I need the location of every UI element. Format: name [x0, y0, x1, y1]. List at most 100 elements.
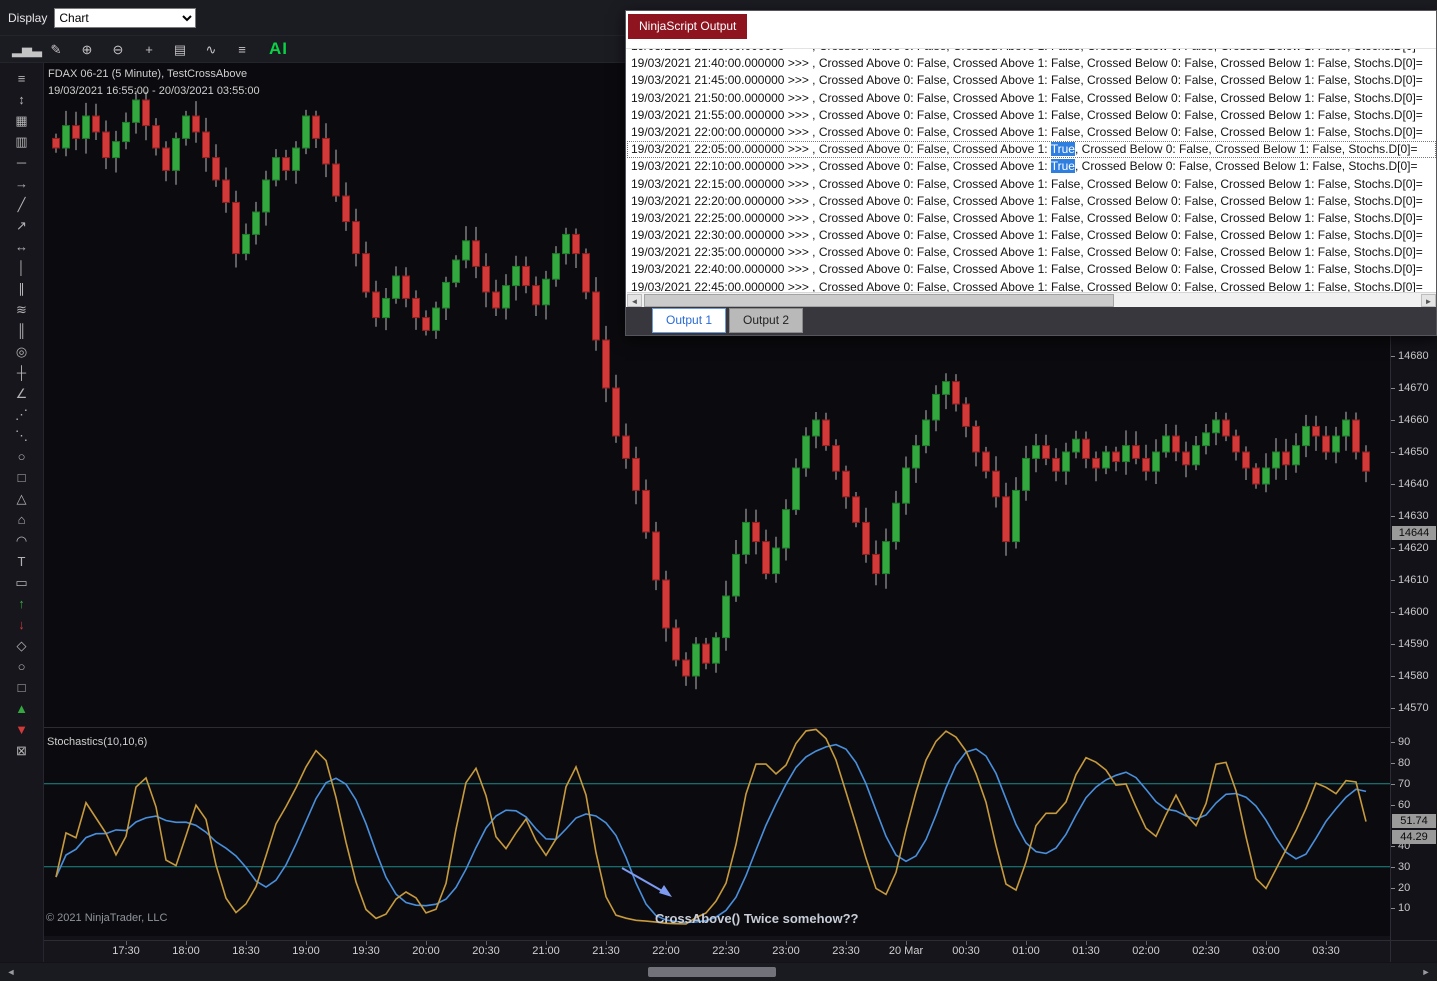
regression-channel-icon[interactable]: ≋ [9, 299, 35, 320]
stochastics-panel-canvas[interactable] [44, 728, 1390, 936]
highlighted-true-value: True [1050, 159, 1075, 174]
line-icon[interactable]: ╱ [9, 194, 35, 215]
output-horizontal-scrollbar[interactable]: ◄ ► [627, 292, 1436, 307]
output-log-line[interactable]: 19/03/2021 22:00:00.000000 >>> , Crossed… [627, 124, 1436, 141]
output-log-line[interactable]: 19/03/2021 22:40:00.000000 >>> , Crossed… [627, 261, 1436, 278]
parallel-channel-icon[interactable]: ∥ [9, 278, 35, 299]
candle [512, 265, 520, 287]
auto-scale-icon[interactable]: ↕ [9, 89, 35, 110]
candle [572, 233, 580, 255]
output-log-line[interactable]: 19/03/2021 22:20:00.000000 >>> , Crossed… [627, 193, 1436, 210]
scroll-left-icon[interactable]: ◄ [4, 966, 18, 978]
report-icon[interactable]: ▤ [167, 39, 193, 60]
display-mode-select[interactable]: Chart [54, 7, 197, 28]
stoch-axis-label: 30 [1398, 860, 1411, 873]
arrow-up-marker-icon[interactable]: ↑ [9, 593, 35, 614]
output-log-line[interactable]: 19/03/2021 22:35:00.000000 >>> , Crossed… [627, 244, 1436, 261]
output-log-line[interactable]: 19/03/2021 21:55:00.000000 >>> , Crossed… [627, 107, 1436, 124]
candle [852, 496, 860, 523]
gann-fan-icon[interactable]: ∠ [9, 383, 35, 404]
polygon-icon[interactable]: ⌂ [9, 509, 35, 530]
fibonacci-circle-icon[interactable]: ◎ [9, 341, 35, 362]
output-window-titlebar[interactable]: NinjaScript Output [626, 11, 1436, 49]
candle [862, 521, 870, 555]
triangle-icon[interactable]: △ [9, 488, 35, 509]
scroll-right-icon[interactable]: ► [1419, 966, 1433, 978]
candle [1172, 435, 1180, 453]
output-log-line[interactable]: 19/03/2021 22:25:00.000000 >>> , Crossed… [627, 210, 1436, 227]
crosshair-icon[interactable]: + [136, 39, 162, 60]
region-highlight-icon[interactable]: ▦ [9, 110, 35, 131]
output-tab-output-1[interactable]: Output 1 [652, 308, 727, 333]
draw-icon[interactable]: ✎ [43, 39, 69, 60]
remove-drawing-icon[interactable]: ⊠ [9, 740, 35, 761]
chart-style-icon[interactable]: ▂▅▃ [12, 39, 42, 60]
diamond-marker-icon[interactable]: ◇ [9, 635, 35, 656]
output-log-line[interactable]: 19/03/2021 22:15:00.000000 >>> , Crossed… [627, 176, 1436, 193]
regression-icon[interactable]: ∿ [198, 39, 224, 60]
scrollbar-thumb[interactable] [648, 967, 776, 977]
candle [462, 240, 470, 261]
output-log-line[interactable]: 19/03/2021 21:40:00.000000 >>> , Crossed… [627, 55, 1436, 72]
price-axis-label: 14620 [1398, 542, 1429, 554]
vertical-line-icon[interactable]: │ [9, 257, 35, 278]
fibonacci-extension-icon[interactable]: ⋰ [9, 404, 35, 425]
dot-marker-icon[interactable]: ○ [9, 656, 35, 677]
output-log-line[interactable]: 19/03/2021 21:45:00.000000 >>> , Crossed… [627, 72, 1436, 89]
output-log-line[interactable]: 19/03/2021 22:10:00.000000 >>> , Crossed… [627, 158, 1436, 175]
candle [952, 381, 960, 405]
output-log-line[interactable]: 19/03/2021 22:45:00.000000 >>> , Crossed… [627, 279, 1436, 292]
output-log-line[interactable]: 19/03/2021 22:30:00.000000 >>> , Crossed… [627, 227, 1436, 244]
ruler-icon[interactable]: ▭ [9, 572, 35, 593]
output-log-line[interactable]: 19/03/2021 22:05:00.000000 >>> , Crossed… [627, 141, 1436, 159]
price-axis-label: 14610 [1398, 574, 1429, 586]
candle [892, 502, 900, 543]
time-axis-label: 19:30 [352, 945, 380, 957]
time-axis-label: 21:00 [532, 945, 560, 957]
output-tab-output-2[interactable]: Output 2 [729, 308, 804, 333]
arrow-line-icon[interactable]: ↗ [9, 215, 35, 236]
arrow-down-marker-icon[interactable]: ↓ [9, 614, 35, 635]
candle [622, 435, 630, 459]
annotation-arrow[interactable] [621, 867, 665, 893]
fibonacci-time-icon[interactable]: ⋱ [9, 425, 35, 446]
output-log-line[interactable]: 19/03/2021 21:50:00.000000 >>> , Crossed… [627, 90, 1436, 107]
triangle-down-marker-icon[interactable]: ▼ [9, 719, 35, 740]
data-series-icon[interactable]: ≡ [229, 39, 255, 60]
risk-reward-icon[interactable]: ║ [9, 320, 35, 341]
output-scrollbar-thumb[interactable] [644, 294, 1114, 307]
horizontal-line-icon[interactable]: ─ [9, 152, 35, 173]
ellipse-icon[interactable]: ○ [9, 446, 35, 467]
arc-icon[interactable]: ◠ [9, 530, 35, 551]
output-scroll-left-icon[interactable]: ◄ [627, 294, 642, 307]
ninjascript-output-window[interactable]: NinjaScript Output 19/03/2021 21:35:00.0… [625, 10, 1437, 336]
text-icon[interactable]: T [9, 551, 35, 572]
chart-horizontal-scrollbar[interactable]: ◄ ► [0, 963, 1437, 981]
candle [502, 285, 510, 309]
chart-annotation-text[interactable]: CrossAbove() Twice somehow?? [655, 911, 858, 926]
zoom-out-icon[interactable]: ⊖ [105, 39, 131, 60]
triangle-up-marker-icon[interactable]: ▲ [9, 698, 35, 719]
time-axis[interactable]: 17:30 18:00 18:30 19:00 19:30 20:00 20:30 21:00… [0, 941, 1437, 962]
candle [662, 579, 670, 629]
square-marker-icon[interactable]: □ [9, 677, 35, 698]
ray-icon[interactable]: → [9, 173, 35, 194]
candle [262, 179, 270, 213]
rectangle-icon[interactable]: □ [9, 467, 35, 488]
time-axis-label: 02:00 [1132, 945, 1160, 957]
candle [1042, 445, 1050, 459]
zoom-in-icon[interactable]: ⊕ [74, 39, 100, 60]
candle [1072, 438, 1080, 453]
candle [912, 445, 920, 469]
stoch-axis-label: 90 [1398, 736, 1411, 749]
time-axis-label: 18:00 [172, 945, 200, 957]
output-scroll-right-icon[interactable]: ► [1421, 294, 1436, 307]
log-value: False [1050, 124, 1081, 139]
stoch-k-badge: 51.74 [1392, 814, 1436, 828]
bar-spacing-icon[interactable]: ≡ [9, 68, 35, 89]
extended-line-icon[interactable]: ↔ [9, 236, 35, 257]
output-log-area[interactable]: 19/03/2021 21:35:00.000000 >>> , Crossed… [627, 49, 1436, 292]
fibonacci-retracement-icon[interactable]: ┼ [9, 362, 35, 383]
grid-icon[interactable]: ▥ [9, 131, 35, 152]
candle [1242, 451, 1250, 469]
